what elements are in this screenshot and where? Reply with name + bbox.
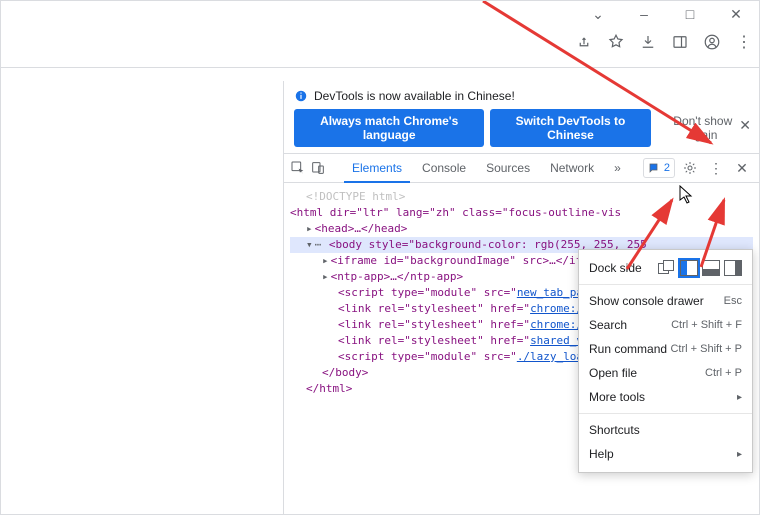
devtools-panel: DevTools is now available in Chinese! Al… — [283, 81, 759, 514]
tab-elements[interactable]: Elements — [344, 154, 410, 183]
gear-icon[interactable] — [679, 157, 701, 179]
chevron-down-icon[interactable]: ⌄ — [575, 1, 621, 27]
menu-dock-side: Dock side — [579, 256, 752, 280]
menu-help[interactable]: Help — [579, 442, 752, 466]
dock-bottom-icon[interactable] — [702, 260, 720, 276]
menu-open-file[interactable]: Open fileCtrl + P — [579, 361, 752, 385]
banner-text: DevTools is now available in Chinese! — [314, 89, 515, 103]
match-language-button[interactable]: Always match Chrome's language — [294, 109, 484, 147]
browser-window: ⌄ – □ ✕ ⋮ — [0, 0, 760, 515]
mouse-cursor-icon — [679, 185, 695, 205]
profile-icon[interactable] — [703, 33, 721, 51]
dom-html[interactable]: <html dir="ltr" lang="zh" class="focus-o… — [290, 205, 753, 221]
dom-head[interactable]: <head>…</head> — [290, 221, 753, 237]
language-banner: DevTools is now available in Chinese! Al… — [284, 81, 759, 153]
kebab-devtools-icon[interactable]: ⋮ — [705, 157, 727, 179]
menu-show-drawer[interactable]: Show console drawerEsc — [579, 289, 752, 313]
menu-run-command[interactable]: Run commandCtrl + Shift + P — [579, 337, 752, 361]
side-panel-icon[interactable] — [671, 33, 689, 51]
window-controls: ⌄ – □ ✕ — [575, 1, 759, 27]
menu-shortcuts[interactable]: Shortcuts — [579, 418, 752, 442]
chrome-toolbar: ⋮ — [1, 27, 759, 68]
tab-network[interactable]: Network — [542, 155, 602, 182]
inspect-element-icon[interactable] — [290, 160, 306, 176]
dock-left-icon[interactable] — [680, 260, 698, 276]
maximize-button[interactable]: □ — [667, 1, 713, 27]
share-icon[interactable] — [575, 33, 593, 51]
tab-sources[interactable]: Sources — [478, 155, 538, 182]
dock-undock-icon[interactable] — [658, 260, 676, 276]
close-devtools-icon[interactable]: ✕ — [731, 157, 753, 179]
issues-count: 2 — [664, 162, 670, 174]
dock-right-icon[interactable] — [724, 260, 742, 276]
devtools-main-menu: Dock side Show console drawerEsc SearchC… — [578, 249, 753, 473]
bookmark-star-icon[interactable] — [607, 33, 625, 51]
tab-console[interactable]: Console — [414, 155, 474, 182]
close-window-button[interactable]: ✕ — [713, 1, 759, 27]
menu-more-tools[interactable]: More tools — [579, 385, 752, 409]
menu-search[interactable]: SearchCtrl + Shift + F — [579, 313, 752, 337]
issues-badge[interactable]: 2 — [643, 158, 675, 178]
download-icon[interactable] — [639, 33, 657, 51]
info-icon — [294, 89, 308, 103]
tab-more[interactable]: » — [606, 155, 629, 182]
kebab-menu-icon[interactable]: ⋮ — [735, 33, 753, 51]
devtools-tabbar: Elements Console Sources Network » 2 ⋮ ✕ — [284, 153, 759, 183]
close-banner-icon[interactable]: ✕ — [739, 117, 751, 134]
switch-language-button[interactable]: Switch DevTools to Chinese — [490, 109, 650, 147]
dismiss-banner-button[interactable]: Don't show again — [657, 109, 749, 147]
device-toggle-icon[interactable] — [310, 160, 326, 176]
minimize-button[interactable]: – — [621, 1, 667, 27]
